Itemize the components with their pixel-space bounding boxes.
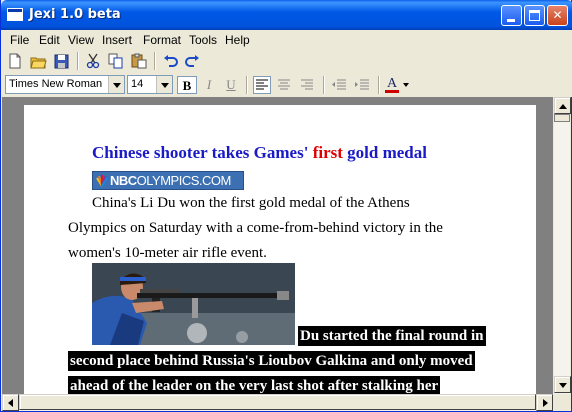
align-right-button[interactable]: [298, 76, 316, 94]
open-button[interactable]: [29, 52, 47, 70]
font-family-value: Times New Roman: [9, 78, 103, 90]
nbc-olympics-logo: NBCOLYMPICS.COM: [92, 171, 244, 190]
new-document-icon: [9, 53, 21, 69]
decrease-indent-icon: [332, 79, 346, 90]
maximize-button[interactable]: [524, 5, 545, 26]
menu-view[interactable]: View: [68, 33, 94, 47]
headline-part1: Chinese shooter takes Games': [92, 143, 309, 162]
horizontal-scroll-thumb[interactable]: [19, 394, 536, 410]
scroll-left-button[interactable]: [2, 394, 19, 411]
paste-icon: [131, 53, 147, 69]
peacock-icon: [96, 175, 108, 187]
font-color-label: A: [386, 76, 398, 91]
scroll-up-icon: [559, 104, 567, 109]
headline-accent: first: [312, 143, 343, 162]
size-grip[interactable]: [553, 394, 570, 411]
cut-scissors-icon: [86, 53, 100, 69]
menu-edit[interactable]: Edit: [39, 33, 60, 47]
app-window-icon: [7, 8, 23, 21]
scroll-up-button[interactable]: [554, 97, 571, 114]
font-color-button[interactable]: A: [385, 76, 415, 94]
scroll-down-icon: [559, 383, 567, 388]
paragraph-line: Olympics on Saturday with a come-from-be…: [68, 220, 443, 236]
bold-button[interactable]: B: [177, 76, 197, 94]
paragraph-line: China's Li Du won the first gold medal o…: [92, 195, 410, 211]
new-document-button[interactable]: [6, 52, 24, 70]
menu-tools[interactable]: Tools: [189, 33, 217, 47]
scroll-left-icon: [8, 399, 13, 407]
copy-button[interactable]: [107, 52, 125, 70]
standard-toolbar: [2, 49, 572, 73]
logo-text: NBCOLYMPICS.COM: [110, 173, 231, 188]
toolbar-separator: [154, 52, 156, 70]
underline-button[interactable]: U: [221, 76, 241, 94]
toolbar-separator: [378, 76, 380, 94]
menu-help[interactable]: Help: [225, 33, 250, 47]
scroll-down-button[interactable]: [554, 376, 571, 393]
title-bar[interactable]: Jexi 1.0 beta ✕: [1, 0, 572, 30]
menu-bar: File Edit View Insert Format Tools Help: [2, 30, 572, 49]
document-page[interactable]: Chinese shooter takes Games' first gold …: [24, 105, 536, 394]
minimize-button[interactable]: [501, 5, 522, 26]
scroll-right-button[interactable]: [536, 394, 553, 411]
shooter-photo: [92, 263, 295, 345]
vertical-scrollbar[interactable]: [553, 97, 571, 394]
selected-text-line: Du started the final round in: [298, 326, 486, 346]
selected-text-line: ahead of the leader on the very last sho…: [68, 376, 441, 394]
maximize-icon: [529, 10, 540, 21]
headline: Chinese shooter takes Games' first gold …: [92, 143, 427, 163]
open-folder-icon: [29, 57, 47, 68]
cut-button[interactable]: [84, 52, 102, 70]
italic-button[interactable]: I: [199, 76, 219, 94]
paste-button[interactable]: [130, 52, 148, 70]
menu-insert[interactable]: Insert: [102, 33, 132, 47]
increase-indent-icon: [355, 79, 369, 90]
close-icon: ✕: [552, 8, 563, 22]
document-area: Chinese shooter takes Games' first gold …: [2, 97, 553, 394]
toolbar-separator: [246, 76, 248, 94]
formatting-toolbar: Times New Roman 14 B I U A: [2, 73, 572, 97]
window-title: Jexi 1.0 beta: [29, 7, 121, 22]
font-size-value: 14: [131, 78, 144, 90]
toolbar-separator: [323, 76, 325, 94]
decrease-indent-button[interactable]: [330, 76, 348, 94]
save-disk-icon: [54, 54, 68, 68]
align-left-icon: [256, 79, 268, 90]
copy-icon: [108, 53, 123, 69]
selected-text-line: second place behind Russia's Lioubov Gal…: [68, 351, 475, 371]
close-button[interactable]: ✕: [547, 5, 568, 26]
undo-icon: [163, 55, 178, 67]
undo-button[interactable]: [161, 52, 179, 70]
redo-button[interactable]: [183, 52, 201, 70]
scroll-right-icon: [543, 399, 548, 407]
align-center-button[interactable]: [275, 76, 293, 94]
toolbar-separator: [77, 52, 79, 70]
align-right-icon: [301, 79, 313, 90]
minimize-icon: [507, 19, 515, 22]
align-center-icon: [278, 79, 290, 90]
save-button[interactable]: [52, 52, 70, 70]
chevron-down-icon[interactable]: [156, 76, 172, 93]
menu-file[interactable]: File: [10, 33, 29, 47]
chevron-down-icon[interactable]: [403, 83, 409, 87]
increase-indent-button[interactable]: [353, 76, 371, 94]
vertical-scroll-thumb[interactable]: [554, 114, 570, 122]
font-size-select[interactable]: 14: [127, 75, 173, 94]
align-left-button[interactable]: [253, 76, 271, 94]
chevron-down-icon[interactable]: [108, 76, 124, 93]
horizontal-scrollbar[interactable]: [2, 394, 553, 411]
article-photo: [92, 263, 295, 345]
font-family-select[interactable]: Times New Roman: [5, 75, 125, 94]
app-window: Jexi 1.0 beta ✕ File Edit View Insert Fo…: [0, 0, 572, 412]
menu-format[interactable]: Format: [143, 33, 181, 47]
font-color-swatch: [385, 90, 399, 93]
redo-icon: [184, 55, 199, 67]
headline-part2: gold medal: [347, 143, 427, 162]
